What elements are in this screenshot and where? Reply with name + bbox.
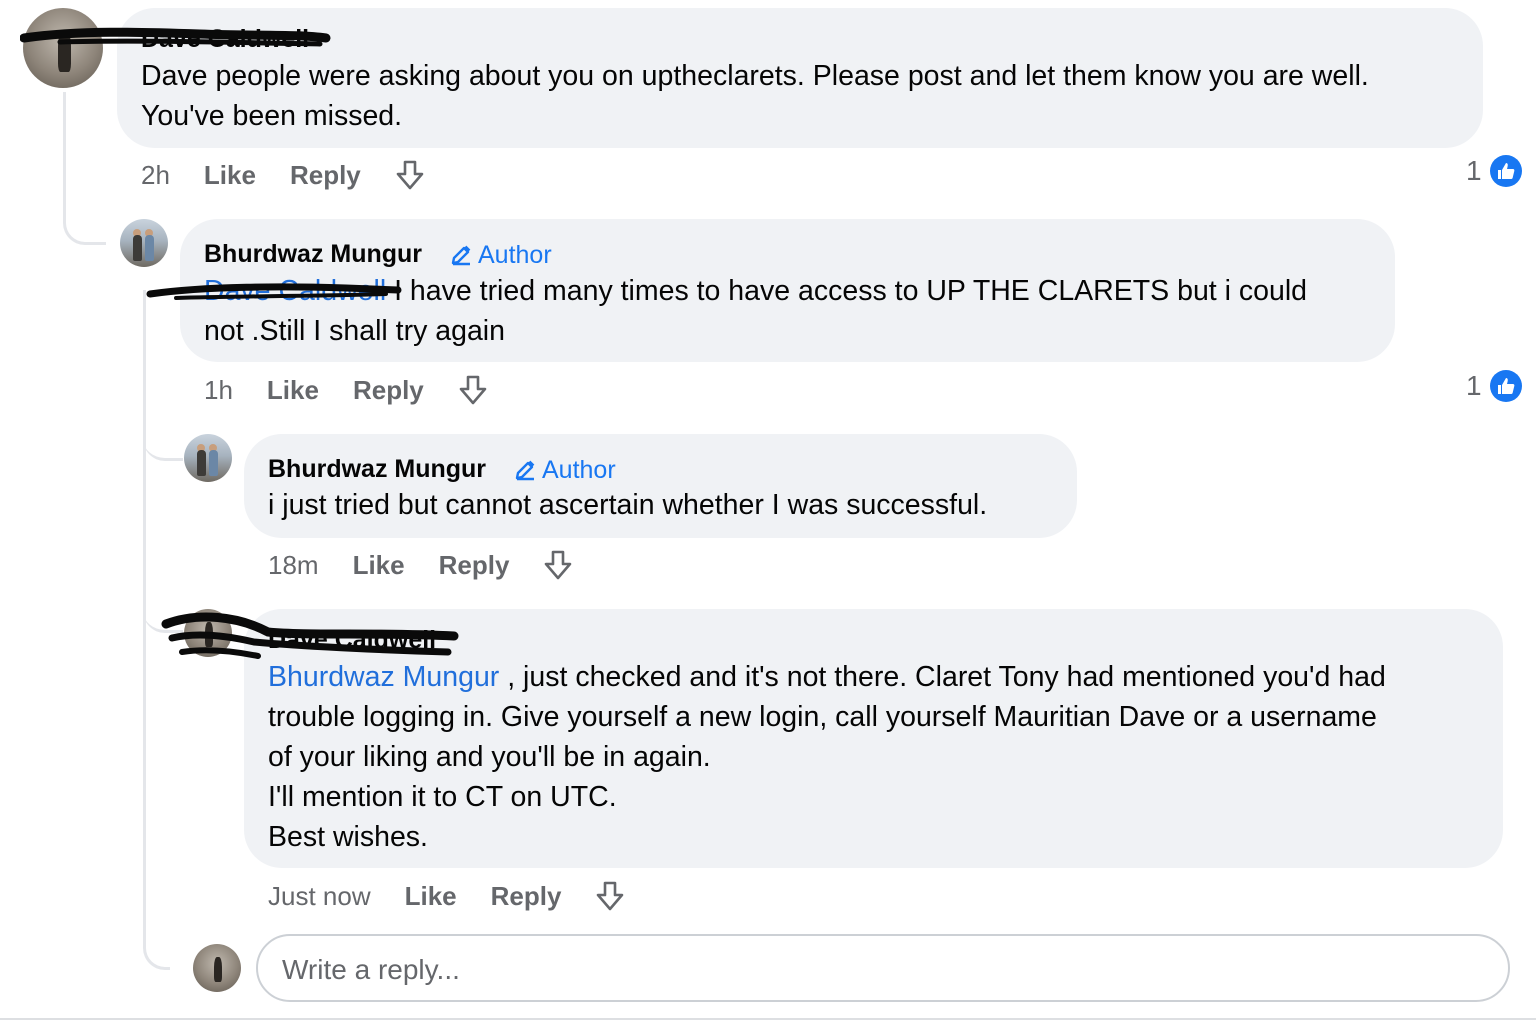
comment-timestamp[interactable]: 2h	[141, 159, 170, 191]
comment-author-name[interactable]: Bhurdwaz Mungur	[268, 454, 486, 484]
reaction-count: 1	[1466, 370, 1482, 401]
share-arrow-icon[interactable]	[393, 158, 427, 192]
thumbs-up-icon	[1489, 155, 1522, 187]
reaction-summary[interactable]: 1	[1466, 370, 1522, 402]
comment-author-name[interactable]: Dave Caldwell	[268, 625, 436, 655]
reply-input[interactable]	[280, 950, 1484, 990]
thumbs-up-icon	[1489, 370, 1522, 402]
comment-bubble-3: Bhurdwaz Mungur Author i just tried but …	[244, 434, 1077, 538]
reply-button[interactable]: Reply	[290, 159, 361, 191]
avatar-dave-caldwell[interactable]	[184, 609, 232, 657]
reply-button[interactable]: Reply	[491, 880, 562, 912]
share-arrow-icon[interactable]	[541, 548, 575, 582]
comment-actions-4: Just now Like Reply	[268, 879, 627, 913]
like-button[interactable]: Like	[267, 374, 319, 406]
mention-link[interactable]: Bhurdwaz Mungur	[268, 661, 499, 693]
thread-line-root	[63, 92, 106, 245]
divider	[0, 1018, 1536, 1020]
reaction-count: 1	[1466, 155, 1482, 186]
reaction-summary[interactable]: 1	[1466, 155, 1522, 187]
comment-text: i just tried but cannot ascertain whethe…	[268, 489, 988, 521]
comment-text: Dave Caldwell I have tried many times to…	[204, 271, 1384, 351]
avatar-bhurdwaz-mungur[interactable]	[120, 219, 168, 267]
comment-actions-1: 2h Like Reply	[141, 158, 427, 192]
thread-line-branch-3	[143, 590, 183, 633]
comment-timestamp[interactable]: 18m	[268, 549, 319, 581]
reply-input-container[interactable]	[256, 934, 1510, 1002]
comment-actions-3: 18m Like Reply	[268, 548, 575, 582]
pencil-icon	[451, 245, 471, 266]
author-badge-label: Author	[478, 241, 552, 269]
thread-line-branch-2	[143, 410, 183, 461]
like-button[interactable]: Like	[405, 880, 457, 912]
comment-text: Bhurdwaz Mungur , just checked and it's …	[268, 657, 1498, 857]
comment-author-name[interactable]: Bhurdwaz Mungur	[204, 239, 422, 269]
author-badge: Author	[514, 455, 616, 485]
comment-author-name[interactable]: Dave Caldwell	[141, 24, 309, 54]
like-button[interactable]: Like	[353, 549, 405, 581]
like-button[interactable]: Like	[204, 159, 256, 191]
comment-bubble-4: Dave Caldwell Bhurdwaz Mungur , just che…	[244, 609, 1503, 868]
reply-button[interactable]: Reply	[353, 374, 424, 406]
avatar-dave-caldwell[interactable]	[23, 8, 103, 88]
comment-timestamp[interactable]: 1h	[204, 374, 233, 406]
reply-button[interactable]: Reply	[439, 549, 510, 581]
comment-bubble-2: Bhurdwaz Mungur Author Dave Caldwell I h…	[180, 219, 1395, 362]
comment-text: Dave people were asking about you on upt…	[141, 60, 1369, 132]
share-arrow-icon[interactable]	[593, 879, 627, 913]
share-arrow-icon[interactable]	[456, 373, 490, 407]
author-badge-label: Author	[542, 456, 616, 484]
comment-bubble-1: Dave Caldwell Dave people were asking ab…	[117, 8, 1483, 148]
comment-timestamp[interactable]: Just now	[268, 880, 371, 912]
author-badge: Author	[450, 240, 552, 270]
mention-link[interactable]: Dave Caldwell	[204, 275, 386, 307]
comment-actions-2: 1h Like Reply	[204, 373, 490, 407]
avatar-bhurdwaz-mungur[interactable]	[184, 434, 232, 482]
pencil-icon	[515, 460, 535, 481]
avatar-current-user[interactable]	[193, 944, 241, 992]
